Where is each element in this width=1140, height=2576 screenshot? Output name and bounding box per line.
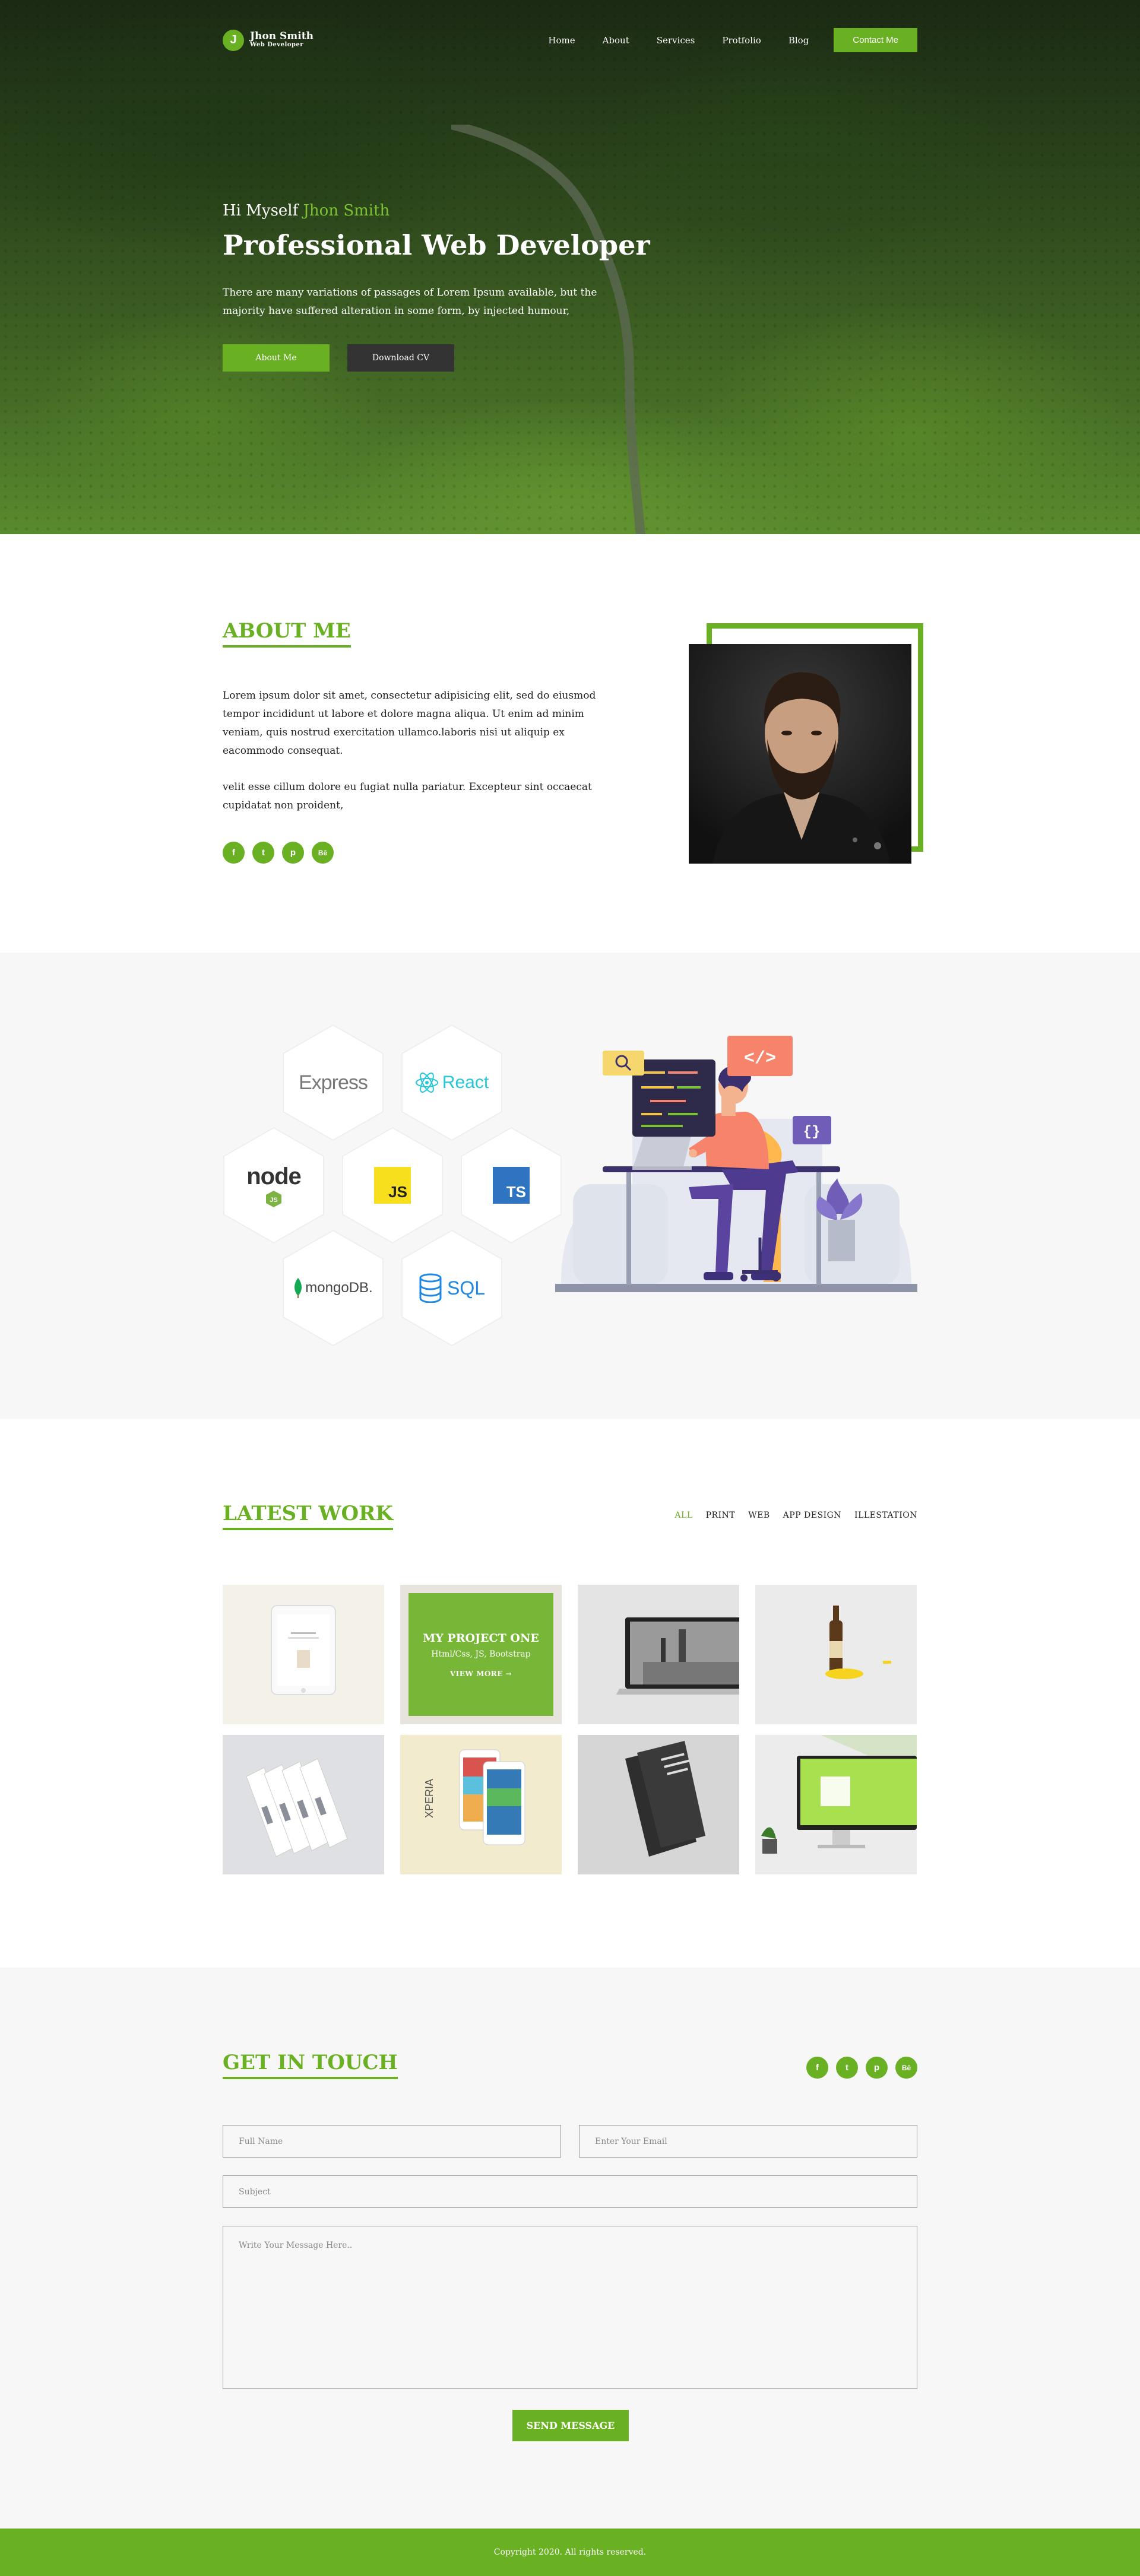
contact-social-links: f t p Bē bbox=[806, 2057, 917, 2079]
twitter-icon[interactable]: t bbox=[252, 842, 274, 864]
logo[interactable]: J Jhon Smith Web Developer bbox=[223, 29, 314, 51]
view-more-link[interactable]: VIEW MORE → bbox=[450, 1670, 512, 1678]
about-social-links: f t p Bē bbox=[223, 842, 603, 864]
behance-icon[interactable]: Bē bbox=[895, 2057, 917, 2079]
logo-name: Jhon Smith bbox=[250, 30, 314, 43]
nav-blog[interactable]: Blog bbox=[788, 35, 809, 46]
portfolio-item-bottle[interactable] bbox=[755, 1585, 917, 1724]
contact-section: GET IN TOUCH f t p Bē SEND MESSAGE bbox=[0, 1968, 1140, 2529]
pinterest-icon[interactable]: p bbox=[282, 842, 304, 864]
svg-text:{}: {} bbox=[803, 1124, 821, 1140]
filter-illustration[interactable]: ILLESTATION bbox=[854, 1511, 917, 1520]
database-icon bbox=[419, 1273, 442, 1303]
portfolio-filters: ALL PRINT WEB APP DESIGN ILLESTATION bbox=[674, 1511, 917, 1520]
portfolio-title: LATEST WORK bbox=[223, 1502, 393, 1530]
react-icon bbox=[415, 1073, 438, 1093]
skill-ts-label: TS bbox=[493, 1167, 530, 1204]
svg-text:JS: JS bbox=[270, 1197, 277, 1204]
project-tech: Html/Css, JS, Bootstrap bbox=[431, 1649, 531, 1659]
twitter-icon[interactable]: t bbox=[836, 2057, 858, 2079]
facebook-icon[interactable]: f bbox=[223, 842, 245, 864]
footer: Copyright 2020. All rights reserved. bbox=[0, 2529, 1140, 2576]
hero-title: Professional Web Developer bbox=[223, 229, 650, 261]
download-cv-button[interactable]: Download CV bbox=[347, 344, 454, 372]
skill-express-label: Express bbox=[299, 1071, 368, 1094]
skill-sql-label: SQL bbox=[446, 1277, 486, 1299]
skill-node-label: node bbox=[246, 1163, 302, 1189]
portfolio-section: LATEST WORK ALL PRINT WEB APP DESIGN ILL… bbox=[0, 1419, 1140, 1968]
hero-section: J Jhon Smith Web Developer Home About Se… bbox=[0, 0, 1140, 534]
send-message-button[interactable]: SEND MESSAGE bbox=[512, 2410, 629, 2441]
nav-home[interactable]: Home bbox=[548, 35, 575, 46]
project-title: MY PROJECT ONE bbox=[423, 1631, 539, 1645]
main-menu: Home About Services Protfolio Blog Conta… bbox=[521, 28, 917, 52]
skill-mongodb-label: mongoDB. bbox=[305, 1280, 373, 1296]
contact-me-button[interactable]: Contact Me bbox=[834, 28, 917, 52]
svg-text:XPERIA: XPERIA bbox=[423, 1779, 435, 1818]
facebook-icon[interactable]: f bbox=[806, 2057, 828, 2079]
about-paragraph-2: velit esse cillum dolore eu fugiat nulla… bbox=[223, 781, 592, 811]
filter-print[interactable]: PRINT bbox=[706, 1511, 736, 1520]
filter-web[interactable]: WEB bbox=[748, 1511, 770, 1520]
about-title: ABOUT ME bbox=[223, 619, 351, 648]
nav-services[interactable]: Services bbox=[657, 35, 695, 46]
skills-section: Express React node JS JS TS mongoDB. SQL… bbox=[0, 953, 1140, 1419]
portfolio-item-featured[interactable]: MY PROJECT ONE Html/Css, JS, Bootstrap V… bbox=[400, 1585, 562, 1724]
nav-about[interactable]: About bbox=[603, 35, 629, 46]
skill-mongodb: mongoDB. bbox=[282, 1229, 384, 1347]
skill-express: Express bbox=[282, 1024, 384, 1141]
filter-app-design[interactable]: APP DESIGN bbox=[783, 1511, 841, 1520]
mongodb-leaf-icon bbox=[294, 1278, 302, 1298]
portfolio-grid: MY PROJECT ONE Html/Css, JS, Bootstrap V… bbox=[223, 1585, 917, 1874]
contact-title: GET IN TOUCH bbox=[223, 2051, 398, 2079]
nav-portfolio[interactable]: Protfolio bbox=[722, 35, 761, 46]
developer-illustration: </> {} bbox=[555, 1036, 917, 1292]
about-me-button[interactable]: About Me bbox=[223, 344, 330, 372]
hero-name: Jhon Smith bbox=[303, 202, 390, 220]
project-overlay[interactable]: MY PROJECT ONE Html/Css, JS, Bootstrap V… bbox=[408, 1593, 553, 1716]
logo-subtitle: Web Developer bbox=[250, 42, 304, 49]
skill-react-label: React bbox=[442, 1073, 489, 1092]
profile-photo bbox=[689, 644, 911, 864]
pinterest-icon[interactable]: p bbox=[866, 2057, 888, 2079]
nodejs-hex-icon: JS bbox=[266, 1190, 281, 1207]
portfolio-item-brochures[interactable] bbox=[223, 1735, 384, 1874]
portfolio-item-phone[interactable]: XPERIA bbox=[400, 1735, 562, 1874]
hero-greeting-prefix: Hi Myself bbox=[223, 202, 299, 220]
hero-content: Hi Myself Jhon Smith Professional Web De… bbox=[223, 202, 917, 372]
copyright-text: Copyright 2020. All rights reserved. bbox=[493, 2548, 647, 2557]
svg-text:</>: </> bbox=[744, 1049, 776, 1069]
email-input[interactable] bbox=[579, 2125, 917, 2158]
portfolio-item-desktop[interactable] bbox=[755, 1735, 917, 1874]
skill-node: node JS bbox=[223, 1127, 325, 1244]
skill-sql: SQL bbox=[401, 1229, 503, 1347]
about-paragraph-1: Lorem ipsum dolor sit amet, consectetur … bbox=[223, 690, 596, 757]
skill-ts: TS bbox=[460, 1127, 562, 1244]
skill-js: JS bbox=[341, 1127, 444, 1244]
top-navigation: J Jhon Smith Web Developer Home About Se… bbox=[223, 0, 917, 80]
logo-mark: J bbox=[223, 29, 244, 51]
filter-all[interactable]: ALL bbox=[674, 1511, 692, 1520]
portfolio-item-tablet[interactable] bbox=[223, 1585, 384, 1724]
subject-input[interactable] bbox=[223, 2175, 917, 2208]
hero-greeting: Hi Myself Jhon Smith bbox=[223, 202, 917, 220]
portfolio-item-laptop[interactable] bbox=[578, 1585, 739, 1724]
skill-js-label: JS bbox=[374, 1167, 411, 1204]
hero-description: There are many variations of passages of… bbox=[223, 287, 597, 317]
message-textarea[interactable] bbox=[223, 2226, 917, 2389]
full-name-input[interactable] bbox=[223, 2125, 561, 2158]
behance-icon[interactable]: Bē bbox=[312, 842, 334, 864]
portfolio-item-books[interactable] bbox=[578, 1735, 739, 1874]
skill-react: React bbox=[401, 1024, 503, 1141]
about-section: ABOUT ME Lorem ipsum dolor sit amet, con… bbox=[0, 534, 1140, 953]
